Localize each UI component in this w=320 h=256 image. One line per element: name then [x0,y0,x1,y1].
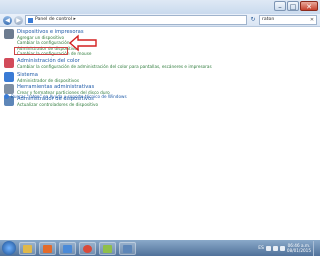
taskbar-chrome[interactable] [79,241,96,255]
result-link[interactable]: Administrador de dispositivos [17,78,79,83]
control-panel-window: – □ ✕ ◀ ▶ Panel de control ▸ ↻ raton ✕ D… [0,0,320,240]
flag-icon[interactable] [265,245,271,251]
chrome-icon [83,244,92,253]
folder-icon [23,244,32,253]
minimize-button[interactable]: – [274,1,286,11]
paint-icon [103,244,112,253]
help-search-link[interactable]: Buscar "raton" en Ayuda y soporte técnic… [4,94,127,99]
search-value: raton [262,17,275,22]
taskbar-paint[interactable] [99,241,116,255]
color-wheel-icon [4,58,14,68]
start-button[interactable] [2,241,16,255]
navigation-bar: ◀ ▶ Panel de control ▸ ↻ raton ✕ [0,14,320,27]
search-input[interactable]: raton ✕ [259,15,317,25]
control-panel-icon [28,17,33,23]
back-button[interactable]: ◀ [3,15,12,25]
taskbar-browser[interactable] [59,241,76,255]
taskbar-control-panel[interactable] [119,241,136,255]
forward-button[interactable]: ▶ [14,15,23,25]
result-link[interactable]: Actualizar controladores de dispositivo [17,102,98,107]
taskbar: ES 06:46 a.m. 08/01/2015 [0,240,320,256]
help-icon [4,94,9,99]
clock[interactable]: 06:46 a.m. 08/01/2015 [287,243,311,253]
result-link[interactable]: Cambiar la configuración de administraci… [17,64,212,69]
address-text: Panel de control ▸ [35,17,76,22]
maximize-button[interactable]: □ [287,1,299,11]
computer-icon [4,72,14,82]
network-icon[interactable] [272,245,278,251]
window-controls: – □ ✕ [274,1,318,11]
system-tray: ES 06:46 a.m. 08/01/2015 [258,240,320,256]
taskbar-explorer[interactable] [19,241,36,255]
browser-icon [63,244,72,253]
language-indicator[interactable]: ES [258,246,264,251]
control-panel-icon [123,244,132,253]
selection-highlight [14,47,68,55]
arrow-shape [68,34,97,52]
category-color-management: Administración del color Cambiar la conf… [4,58,212,69]
refresh-icon[interactable]: ↻ [249,16,257,24]
help-text: Buscar "raton" en Ayuda y soporte técnic… [11,94,127,99]
tools-icon [4,84,14,94]
close-button[interactable]: ✕ [300,1,318,11]
show-desktop-button[interactable] [313,240,318,256]
taskbar-media-player[interactable] [39,241,56,255]
address-bar[interactable]: Panel de control ▸ [25,15,247,25]
volume-icon[interactable] [279,245,285,251]
red-arrow-annotation [68,34,97,52]
category-system: Sistema Administrador de dispositivos [4,72,79,83]
search-icon[interactable]: ✕ [308,16,316,24]
search-results: Dispositivos e impresoras Agregar un dis… [0,27,320,240]
title-bar: – □ ✕ [0,0,320,14]
clock-date: 08/01/2015 [286,248,311,253]
printer-icon [4,29,14,39]
media-player-icon [43,244,52,253]
